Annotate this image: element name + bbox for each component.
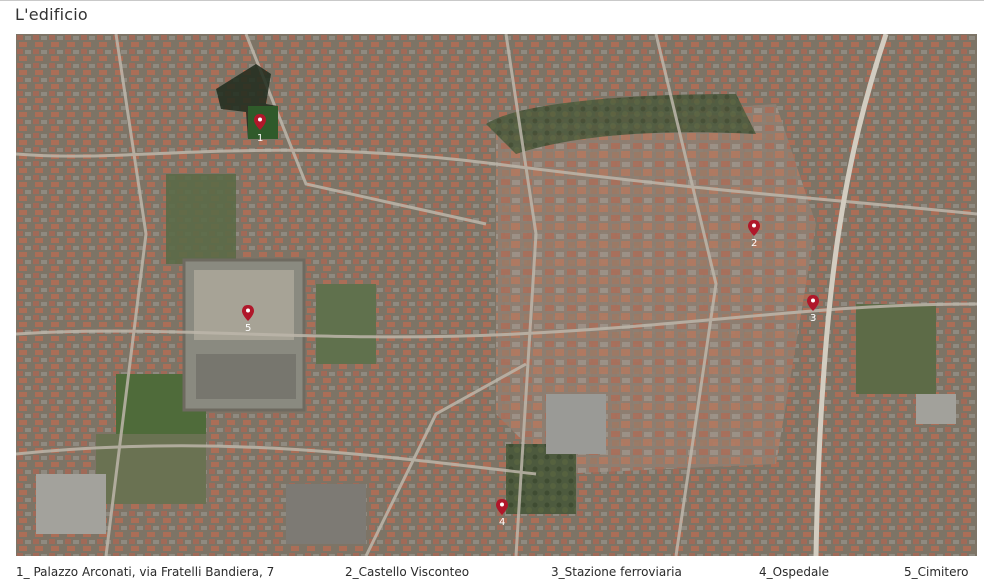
field-5 <box>856 304 936 394</box>
pin-dot <box>752 223 756 228</box>
legend-item-1: 1_ Palazzo Arconati, via Fratelli Bandie… <box>16 565 275 579</box>
legend-item-4: 4_Ospedale <box>759 565 830 579</box>
aerial-map[interactable]: 1 2 3 4 5 <box>16 34 977 556</box>
pin-dot <box>258 117 262 122</box>
field-1 <box>166 174 236 264</box>
cemetery-grid <box>194 270 294 340</box>
park-south <box>506 444 576 514</box>
legend-item-2: 2_Castello Visconteo <box>345 565 470 579</box>
section-title: L'edificio <box>15 5 88 24</box>
marker-number: 3 <box>810 313 816 324</box>
legend-item-5: 5_Cimitero <box>904 565 969 579</box>
marker-number: 1 <box>257 133 263 144</box>
legend-item-3: 3_Stazione ferroviaria <box>551 565 682 579</box>
marker-number: 5 <box>245 323 251 334</box>
marker-number: 2 <box>751 238 757 249</box>
map-legend: 1_ Palazzo Arconati, via Fratelli Bandie… <box>16 565 971 583</box>
pin-dot <box>811 298 815 303</box>
marker-number: 4 <box>499 517 505 528</box>
historic-center <box>496 104 816 474</box>
industrial-3 <box>916 394 956 424</box>
pin-dot <box>500 502 504 507</box>
map-canvas: 1 2 3 4 5 <box>16 34 977 556</box>
top-divider <box>0 0 984 1</box>
cemetery-south <box>196 354 296 399</box>
hospital-block <box>546 394 606 454</box>
industrial-1 <box>36 474 106 534</box>
pin-dot <box>246 308 250 313</box>
industrial-2 <box>286 484 366 544</box>
field-4 <box>316 284 376 364</box>
